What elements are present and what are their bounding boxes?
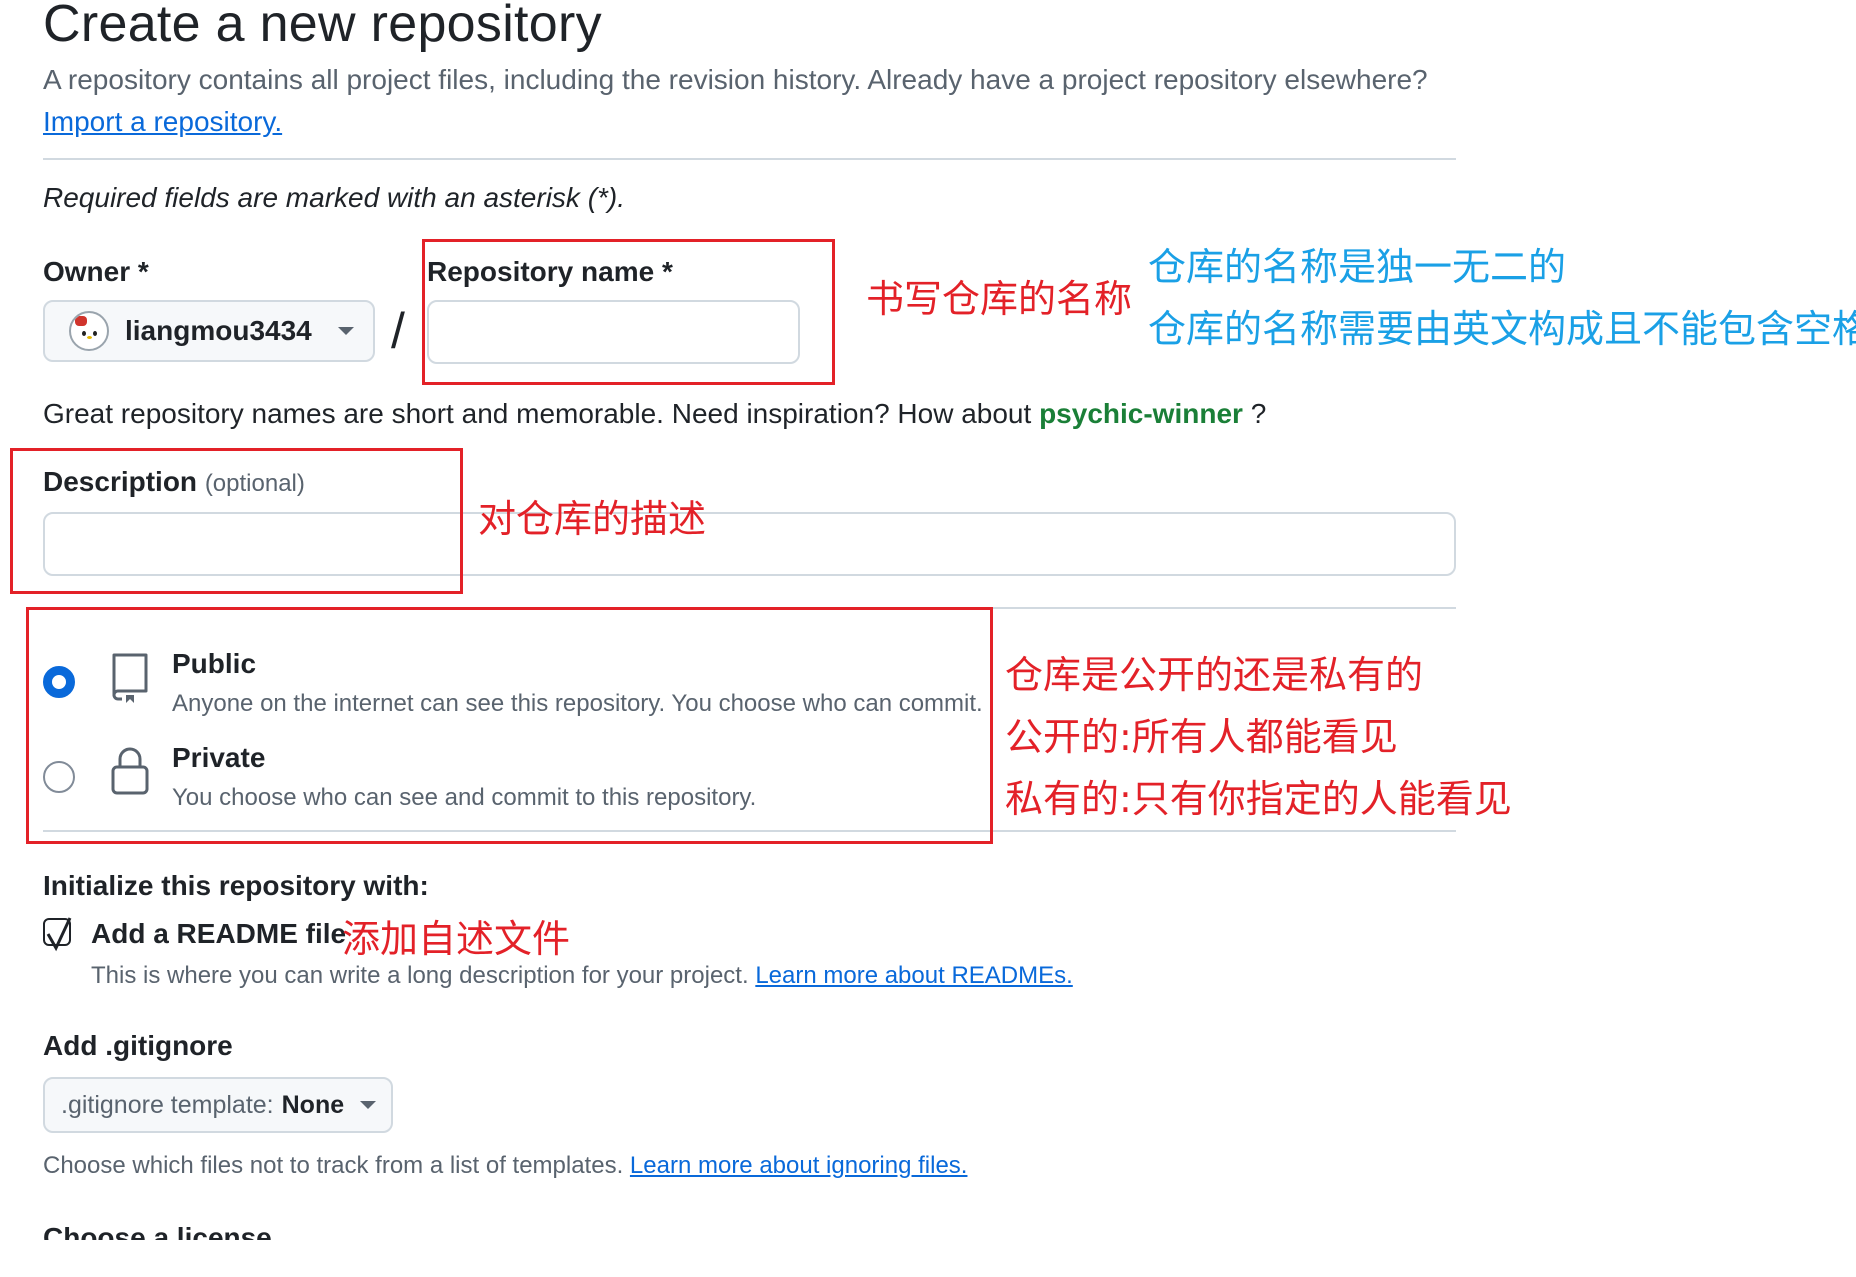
required-note: Required fields are marked with an aster… — [43, 182, 626, 213]
page-title: Create a new repository — [43, 0, 602, 53]
repo-name-annotation: 书写仓库的名称 — [866, 277, 1133, 321]
readme-label: Add a README file — [91, 918, 347, 949]
page-intro: A repository contains all project files,… — [43, 64, 1428, 95]
license-heading-clip: Choose a license — [0, 1222, 1500, 1240]
public-annotation: 公开的:所有人都能看见 — [1005, 715, 1398, 759]
initialize-heading: Initialize this repository with: — [43, 870, 429, 901]
private-annotation: 私有的:只有你指定的人能看见 — [1005, 777, 1512, 821]
description-annotation-box — [10, 448, 463, 594]
readme-learn-more-link[interactable]: Learn more about READMEs. — [755, 962, 1072, 989]
gitignore-heading: Add .gitignore — [43, 1030, 233, 1061]
name-hint: Great repository names are short and mem… — [43, 398, 1266, 430]
repo-name-annotation-box — [422, 239, 835, 385]
chevron-down-icon — [360, 1101, 377, 1109]
unique-name-annotation: 仓库的名称是独一无二的 — [1148, 245, 1567, 289]
gitignore-learn-more-link[interactable]: Learn more about ignoring files. — [630, 1152, 968, 1179]
readme-desc-text: This is where you can write a long descr… — [91, 962, 749, 989]
check-mark-icon — [46, 917, 72, 952]
description-annotation: 对仓库的描述 — [478, 497, 707, 541]
avatar — [69, 311, 109, 351]
gitignore-template-dropdown[interactable]: .gitignore template: None — [43, 1077, 393, 1133]
owner-label: Owner * — [43, 256, 149, 287]
import-repository-link[interactable]: Import a repository. — [43, 106, 282, 138]
readme-annotation: 添加自述文件 — [342, 917, 571, 961]
gitignore-desc-text: Choose which files not to track from a l… — [43, 1152, 624, 1179]
license-heading: Choose a license — [43, 1222, 272, 1240]
gitignore-prefix: .gitignore template: — [61, 1090, 274, 1119]
english-name-annotation: 仓库的名称需要由英文构成且不能包含空格 — [1148, 307, 1856, 351]
name-hint-suffix: ? — [1250, 398, 1267, 429]
owner-dropdown[interactable]: liangmou3434 — [43, 300, 375, 362]
owner-name: liangmou3434 — [125, 315, 312, 346]
chevron-down-icon — [337, 327, 354, 335]
readme-desc: This is where you can write a long descr… — [91, 962, 1073, 990]
name-suggestion[interactable]: psychic-winner — [1039, 398, 1243, 429]
gitignore-desc: Choose which files not to track from a l… — [43, 1152, 967, 1180]
name-hint-text: Great repository names are short and mem… — [43, 398, 1032, 429]
gitignore-value: None — [281, 1090, 345, 1119]
visibility-annotation: 仓库是公开的还是私有的 — [1005, 653, 1424, 697]
visibility-annotation-box — [26, 607, 993, 844]
divider — [43, 158, 1456, 160]
owner-repo-separator: / — [391, 303, 405, 359]
